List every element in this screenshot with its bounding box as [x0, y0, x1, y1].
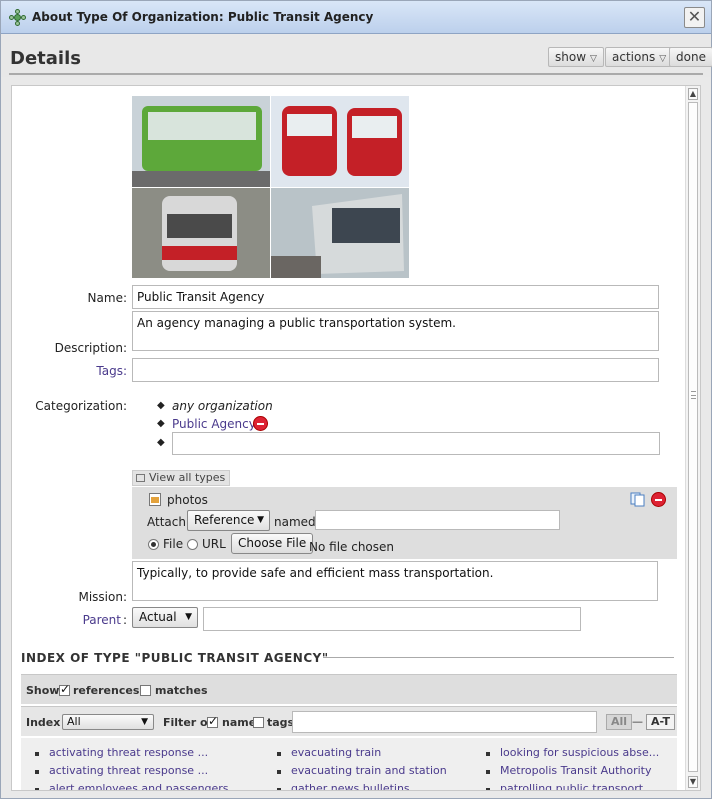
index-divider [323, 657, 674, 658]
view-all-types-button[interactable]: View all types [132, 470, 231, 486]
window-titlebar: About Type Of Organization: Public Trans… [1, 1, 711, 34]
name-filter-checkbox[interactable] [207, 714, 218, 728]
description-field[interactable]: An agency managing a public transportati… [132, 311, 659, 351]
index-column: activating threat response ... activatin… [33, 746, 229, 790]
organization-icon [9, 9, 26, 26]
range-dash: — [632, 715, 643, 728]
attach-type-select[interactable]: Reference ▼ [187, 510, 270, 531]
new-category-field[interactable] [172, 432, 660, 455]
grip-icon [691, 391, 696, 399]
parent-field[interactable] [203, 607, 581, 631]
index-column: looking for suspicious abse... Metropoli… [484, 746, 659, 790]
choose-file-button[interactable]: Choose File [231, 533, 314, 554]
dropdown-arrow-icon: ▼ [185, 612, 192, 622]
file-radio-label: File [163, 537, 184, 551]
categorization-label: Categorization: [35, 399, 127, 413]
references-checkbox[interactable] [59, 682, 70, 696]
index-item[interactable]: evacuating train and station [275, 764, 447, 782]
url-radio-label: URL [202, 537, 226, 551]
named-label: named [274, 515, 316, 529]
dropdown-arrow-icon: ▼ [257, 515, 264, 525]
index-item[interactable]: gather news bulletins [275, 782, 447, 790]
index-item[interactable]: alert employees and passengers [33, 782, 229, 790]
window-icon [136, 474, 145, 482]
image-file-icon [149, 493, 161, 506]
parent-colon: : [123, 613, 128, 627]
index-column: evacuating train evacuating train and st… [275, 746, 447, 790]
matches-label: matches [155, 684, 208, 697]
scroll-thumb[interactable] [688, 102, 698, 772]
remove-icon[interactable] [253, 416, 268, 431]
description-label: Description: [54, 341, 127, 355]
vertical-scrollbar[interactable]: ▲ ▼ [685, 86, 700, 790]
file-radio[interactable] [148, 539, 159, 550]
parent-label[interactable]: Parent [12, 613, 121, 627]
filter-bar: Index All▼ Filter on name tags All — A-T [21, 706, 677, 736]
tags-field[interactable] [132, 358, 659, 382]
name-filter-label: name [222, 716, 257, 729]
tags-label[interactable]: Tags: [12, 364, 127, 378]
name-field[interactable]: Public Transit Agency [132, 285, 659, 309]
parent-type-select[interactable]: Actual ▼ [132, 607, 198, 628]
index-label: Index [26, 716, 61, 729]
actions-label: actions [612, 50, 656, 64]
category-link-public-agency[interactable]: Public Agency [172, 417, 256, 431]
show-menu-button[interactable]: show ▽ [548, 47, 604, 67]
index-heading: INDEX OF TYPE "PUBLIC TRANSIT AGENCY" [21, 651, 329, 665]
done-button[interactable]: done [669, 47, 712, 67]
organization-photo [132, 96, 409, 278]
remove-icon[interactable] [651, 492, 666, 507]
list-bullet: ◆ [157, 437, 165, 448]
copy-icon[interactable] [630, 492, 646, 507]
show-label: Show [26, 684, 60, 697]
close-button[interactable]: ✕ [684, 7, 705, 28]
index-item[interactable]: patrolling public transport [484, 782, 659, 790]
alpha-range-button[interactable]: A-T [646, 714, 675, 730]
index-item[interactable]: activating threat response ... [33, 764, 229, 782]
no-file-text: No file chosen [309, 540, 395, 554]
name-label: Name: [87, 291, 127, 305]
chevron-down-icon: ▽ [659, 54, 667, 64]
dropdown-arrow-icon: ▼ [141, 717, 148, 727]
actions-menu-button[interactable]: actions ▽ [605, 47, 674, 67]
attach-label: Attach: [147, 515, 191, 529]
header-divider [9, 73, 703, 75]
view-all-types-label: View all types [149, 471, 226, 484]
attachment-box: photos Attach: Reference ▼ named File URL… [132, 487, 677, 559]
index-list: activating threat response ... activatin… [21, 738, 677, 790]
index-filter-input[interactable] [292, 711, 597, 733]
url-radio[interactable] [187, 539, 198, 550]
index-item[interactable]: evacuating train [275, 746, 447, 764]
scroll-down-icon[interactable]: ▼ [688, 776, 698, 788]
mission-field[interactable]: Typically, to provide safe and efficient… [132, 561, 658, 601]
attachment-name-field[interactable] [315, 510, 560, 530]
mission-label: Mission: [78, 590, 127, 604]
parent-type-value: Actual [139, 610, 177, 624]
chevron-down-icon: ▽ [590, 54, 597, 64]
close-icon: ✕ [687, 7, 702, 26]
show-label: show [555, 50, 587, 64]
list-bullet: ◆ [157, 400, 165, 411]
show-options-bar: Show references matches [21, 674, 677, 704]
index-item[interactable]: Metropolis Transit Authority [484, 764, 659, 782]
tags-filter-checkbox[interactable] [253, 717, 264, 728]
details-header: Details show ▽ actions ▽ done [1, 35, 712, 77]
scroll-up-icon[interactable]: ▲ [688, 88, 698, 100]
references-label: references [73, 684, 140, 697]
tags-filter-label: tags [267, 716, 295, 729]
index-item[interactable]: looking for suspicious abse... [484, 746, 659, 764]
index-select-value: All [67, 715, 81, 728]
index-item[interactable]: activating threat response ... [33, 746, 229, 764]
details-panel: Name: Public Transit Agency Description:… [11, 85, 701, 791]
show-all-button[interactable]: All [606, 714, 633, 730]
attach-type-value: Reference [194, 513, 255, 527]
index-select[interactable]: All ▼ [62, 714, 154, 730]
list-bullet: ◆ [157, 418, 165, 429]
window-title: About Type Of Organization: Public Trans… [32, 10, 374, 24]
matches-checkbox[interactable] [140, 685, 151, 696]
about-window: About Type Of Organization: Public Trans… [0, 0, 712, 799]
attachment-link-photos[interactable]: photos [167, 493, 208, 507]
page-title: Details [10, 48, 81, 69]
category-item: any organization [172, 399, 273, 413]
